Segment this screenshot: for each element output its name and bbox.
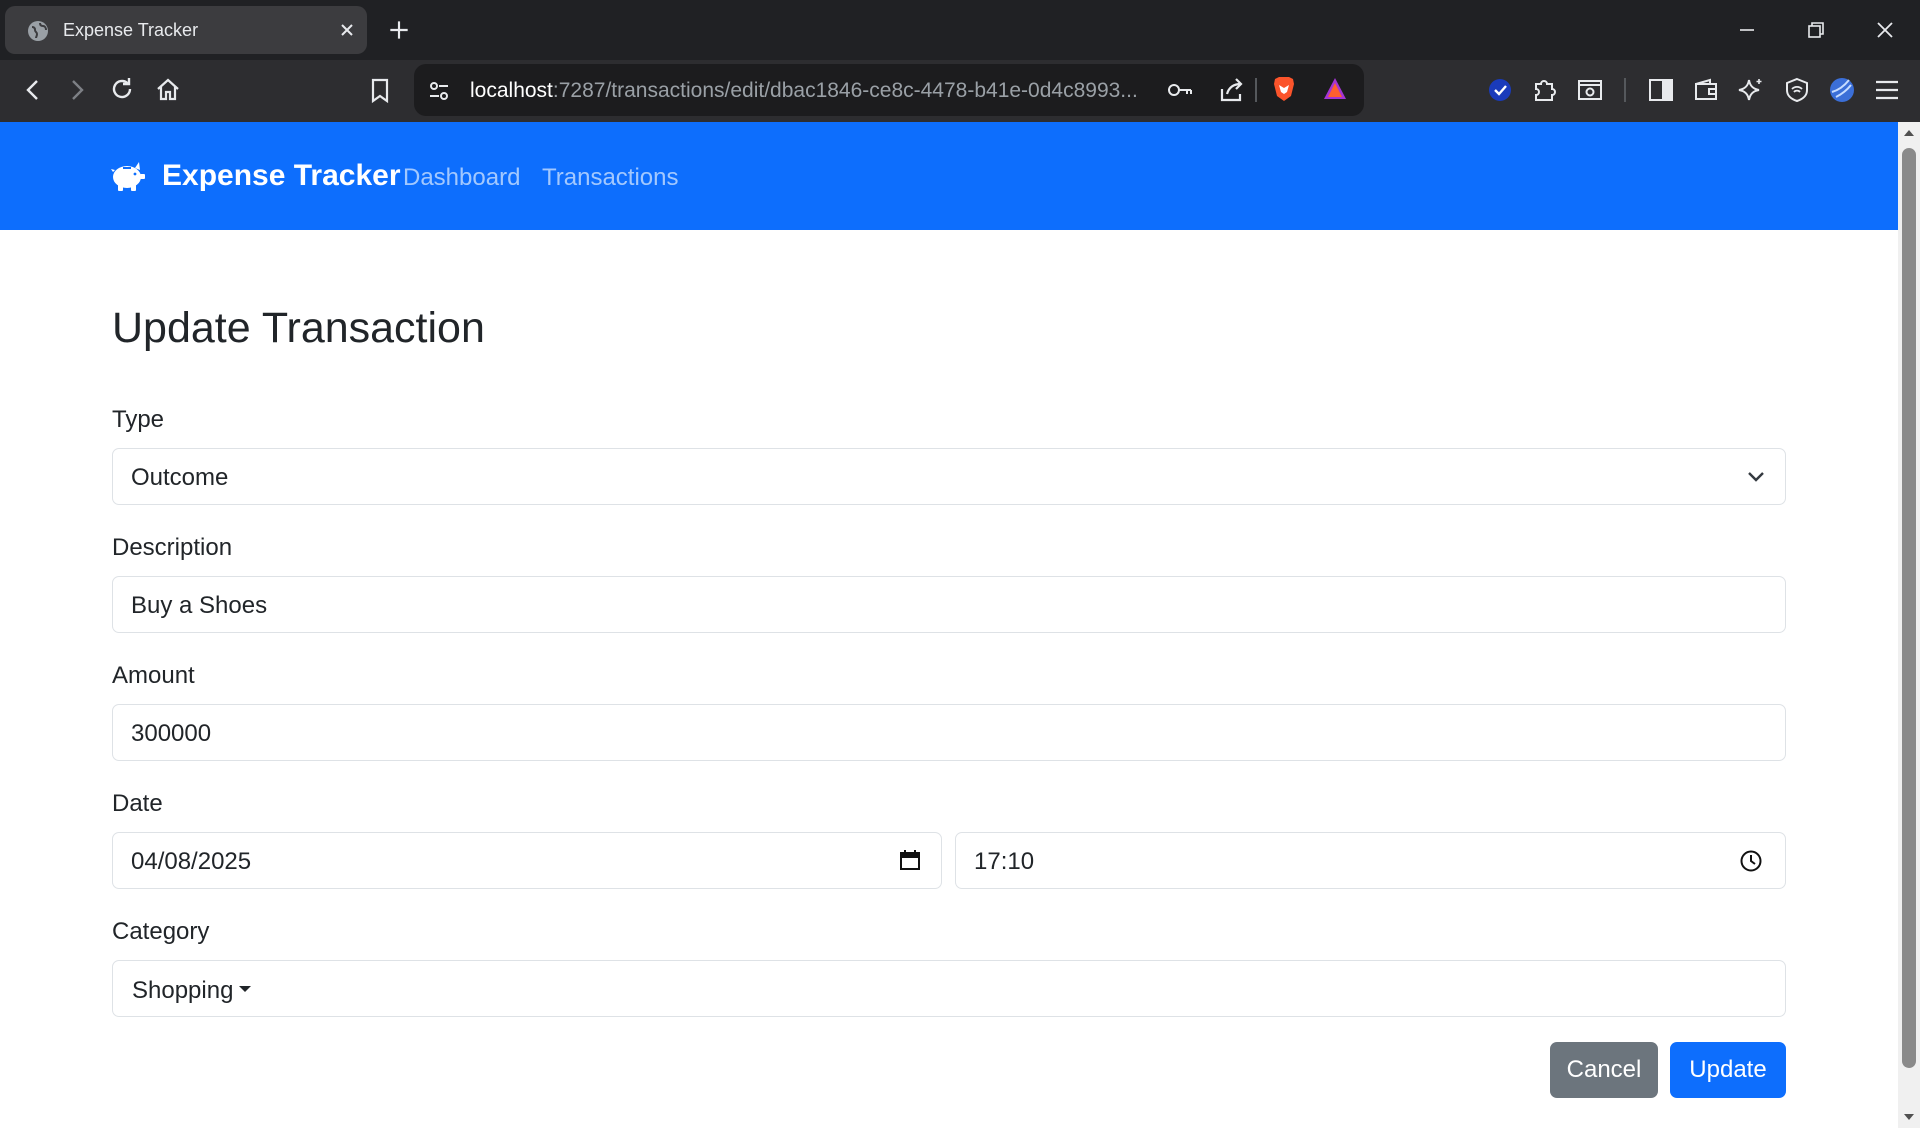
type-select[interactable]: Outcome	[112, 448, 1786, 505]
url-text[interactable]: localhost:7287/transactions/edit/dbac184…	[470, 79, 1138, 103]
nav-link-transactions[interactable]: Transactions	[542, 164, 679, 192]
amount-input[interactable]: 300000	[112, 704, 1786, 761]
chevron-down-icon	[1748, 472, 1764, 482]
update-button[interactable]: Update	[1670, 1042, 1786, 1098]
tab-title: Expense Tracker	[63, 20, 199, 40]
close-window-icon[interactable]	[1873, 18, 1897, 42]
globe-icon	[28, 21, 48, 41]
brand-title[interactable]: Expense Tracker	[162, 159, 401, 193]
type-select-value: Outcome	[131, 464, 229, 491]
amount-label: Amount	[112, 662, 195, 689]
home-icon[interactable]	[153, 75, 183, 105]
description-input-value: Buy a Shoes	[131, 592, 268, 619]
calendar-icon[interactable]	[897, 847, 923, 873]
brave-rewards-icon[interactable]	[1320, 74, 1350, 104]
vpn-icon[interactable]	[1782, 75, 1812, 105]
type-label: Type	[112, 406, 165, 433]
reload-icon[interactable]	[107, 74, 137, 104]
browser-tab[interactable]: Expense Tracker	[5, 6, 367, 54]
piggy-bank-icon	[111, 162, 145, 191]
time-input-value: 17:10	[974, 848, 1035, 875]
nav-link-dashboard[interactable]: Dashboard	[403, 164, 520, 192]
date-input-value: 04/08/2025	[131, 848, 252, 875]
brave-shields-icon[interactable]	[1269, 74, 1299, 104]
date-label: Date	[112, 790, 163, 817]
scroll-up-icon[interactable]	[1902, 126, 1916, 140]
description-input[interactable]: Buy a Shoes	[112, 576, 1786, 633]
profile-avatar-icon[interactable]	[1827, 75, 1857, 105]
url-path: :7287/transactions/edit/dbac1846-ce8c-44…	[552, 79, 1138, 102]
menu-icon[interactable]	[1872, 75, 1902, 105]
toolbar-separator	[1624, 78, 1626, 102]
back-icon[interactable]	[18, 75, 48, 105]
close-tab-icon[interactable]	[335, 18, 359, 42]
description-label: Description	[112, 534, 233, 561]
site-settings-icon[interactable]	[424, 76, 454, 106]
date-input[interactable]: 04/08/2025	[112, 832, 942, 889]
extensions-icon[interactable]	[1530, 74, 1560, 104]
leo-ai-icon[interactable]	[1736, 75, 1766, 105]
key-icon[interactable]	[1165, 75, 1195, 105]
clock-icon[interactable]	[1738, 848, 1764, 874]
minimize-icon[interactable]	[1735, 18, 1759, 42]
bookmark-icon[interactable]	[365, 75, 395, 105]
share-icon[interactable]	[1216, 75, 1246, 105]
caret-down-icon	[239, 986, 251, 992]
tab-search-icon[interactable]	[1575, 75, 1605, 105]
category-label: Category	[112, 918, 210, 945]
scroll-down-icon[interactable]	[1902, 1110, 1916, 1124]
restore-icon[interactable]	[1804, 18, 1828, 42]
verified-extension-icon[interactable]	[1485, 75, 1515, 105]
wallet-icon[interactable]	[1691, 75, 1721, 105]
toolbar-separator	[1255, 78, 1257, 102]
cancel-button[interactable]: Cancel	[1550, 1042, 1658, 1098]
category-dropdown-value: Shopping	[132, 977, 234, 1004]
amount-input-value: 300000	[131, 720, 212, 747]
time-input[interactable]: 17:10	[955, 832, 1786, 889]
new-tab-icon[interactable]	[386, 17, 412, 43]
url-host: localhost	[470, 79, 553, 102]
sidebar-icon[interactable]	[1646, 75, 1676, 105]
forward-icon[interactable]	[62, 75, 92, 105]
scroll-thumb[interactable]	[1902, 148, 1916, 1068]
category-dropdown[interactable]: Shopping	[112, 960, 1786, 1017]
page-title: Update Transaction	[112, 304, 485, 352]
